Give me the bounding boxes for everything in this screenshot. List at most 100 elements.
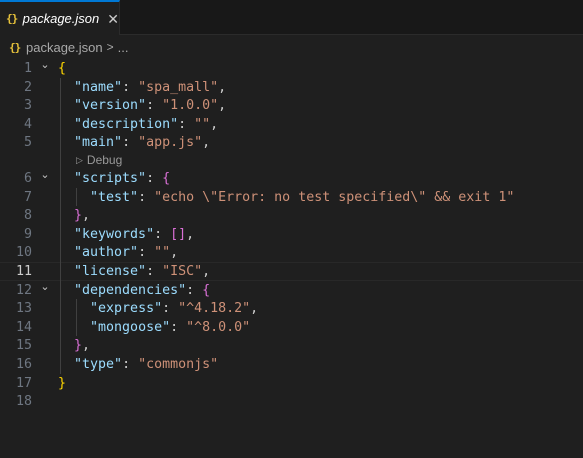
code-text: "author": "", — [58, 243, 178, 262]
code-token: "author" — [74, 245, 139, 261]
breadcrumb-item-more[interactable]: ... — [118, 40, 129, 55]
tab-bar: {} package.json ✕ — [0, 0, 583, 35]
code-token: "keywords" — [74, 226, 155, 242]
code-token: : — [186, 282, 203, 298]
line-number: 14 — [15, 319, 32, 335]
code-line[interactable]: 3 "version": "1.0.0", — [0, 96, 583, 115]
json-file-icon: {} — [6, 12, 18, 25]
line-number: 11 — [15, 264, 32, 279]
line-number: 13 — [15, 301, 32, 317]
tab-package-json[interactable]: {} package.json ✕ — [0, 0, 120, 35]
code-token: "express" — [90, 301, 163, 317]
code-token: , — [218, 79, 227, 95]
breadcrumb-item-file[interactable]: package.json — [26, 40, 103, 55]
code-line[interactable]: 16 "type": "commonjs" — [0, 355, 583, 374]
code-token: "^8.0.0" — [186, 319, 251, 335]
code-token: , — [202, 135, 211, 151]
code-text: "main": "app.js", — [58, 133, 210, 152]
code-line[interactable]: 13 "express": "^4.18.2", — [0, 299, 583, 318]
code-token: , — [186, 226, 195, 242]
code-text: "test": "echo \"Error: no test specified… — [58, 188, 514, 207]
code-token: : — [162, 301, 179, 317]
line-number: 9 — [23, 226, 32, 242]
chevron-down-icon[interactable]: ⌄ — [38, 277, 52, 296]
chevron-down-icon[interactable]: ⌄ — [38, 165, 52, 184]
code-text: } — [58, 374, 66, 393]
code-text: "name": "spa_mall", — [58, 78, 226, 97]
code-token: "license" — [74, 264, 147, 279]
code-token: , — [250, 301, 259, 317]
line-number: 16 — [15, 357, 32, 372]
code-token: "commonjs" — [138, 357, 219, 372]
code-token: "" — [194, 116, 211, 132]
close-icon[interactable]: ✕ — [107, 12, 119, 26]
code-token: } — [74, 338, 83, 354]
codelens-debug-label: Debug — [86, 153, 123, 167]
code-line[interactable]: 15 }, — [0, 336, 583, 355]
code-token: : — [146, 171, 163, 186]
code-line[interactable]: 9 "keywords": [], — [0, 225, 583, 244]
line-number: 4 — [23, 116, 32, 132]
code-token: } — [58, 375, 67, 391]
code-token: "spa_mall" — [138, 79, 219, 95]
indent-guide — [60, 77, 61, 374]
code-token: : — [146, 98, 163, 114]
code-token: [] — [170, 226, 187, 242]
code-token: "description" — [74, 116, 179, 132]
code-line[interactable]: 12 ⌄ "dependencies": { — [0, 280, 583, 300]
code-token: , — [82, 338, 91, 354]
code-line[interactable]: 4 "description": "", — [0, 115, 583, 134]
code-line[interactable]: 2 "name": "spa_mall", — [0, 78, 583, 97]
line-number: 6 — [23, 171, 32, 186]
indent-guide — [76, 187, 77, 207]
code-line[interactable]: 6 ⌄ "scripts": { — [0, 168, 583, 188]
breadcrumb: {} package.json > ... — [0, 36, 583, 58]
code-token: "^4.18.2" — [178, 301, 251, 317]
code-line[interactable]: 10 "author": "", — [0, 243, 583, 262]
code-token: : — [138, 189, 155, 205]
codelens-debug[interactable]: ▷ Debug — [76, 153, 122, 167]
code-line[interactable]: 18 — [0, 392, 583, 411]
code-token: "name" — [74, 79, 123, 95]
code-line[interactable]: 14 "mongoose": "^8.0.0" — [0, 318, 583, 337]
code-line[interactable]: 11 "license": "ISC", — [0, 262, 583, 281]
code-text: "license": "ISC", — [58, 263, 210, 280]
code-token: "ISC" — [162, 264, 203, 279]
code-text: "dependencies": { — [58, 281, 210, 300]
play-icon: ▷ — [76, 154, 83, 165]
code-text: "description": "", — [58, 115, 218, 134]
code-token: { — [202, 282, 211, 298]
code-token: "main" — [74, 135, 123, 151]
chevron-right-icon: > — [106, 40, 114, 54]
line-number: 15 — [15, 338, 32, 354]
line-number: 8 — [23, 208, 32, 224]
code-token: : — [170, 319, 187, 335]
code-line[interactable]: 7 "test": "echo \"Error: no test specifi… — [0, 188, 583, 207]
code-token: : — [122, 357, 139, 372]
code-token: : — [178, 116, 195, 132]
code-line[interactable]: 1 ⌄ { — [0, 58, 583, 78]
code-token: : — [122, 135, 139, 151]
code-line[interactable]: 8 }, — [0, 206, 583, 225]
code-token: { — [162, 171, 171, 186]
code-token: : — [154, 226, 171, 242]
code-token: : — [138, 245, 155, 261]
code-line[interactable]: 17} — [0, 374, 583, 393]
line-number: 7 — [23, 189, 32, 205]
code-text: }, — [58, 336, 90, 355]
code-token: , — [202, 264, 211, 279]
code-token: , — [82, 208, 91, 224]
code-token: "scripts" — [74, 171, 147, 186]
indent-guide — [76, 299, 77, 337]
code-editor[interactable]: ▷ Debug 1 ⌄{2 "name": "spa_mall", 3 "versi… — [0, 58, 583, 458]
line-number: 2 — [23, 79, 32, 95]
code-token: : — [122, 79, 139, 95]
json-file-icon: {} — [9, 40, 21, 54]
code-text: "version": "1.0.0", — [58, 96, 226, 115]
chevron-down-icon[interactable]: ⌄ — [38, 55, 52, 74]
code-text: }, — [58, 206, 90, 225]
code-line[interactable]: 5 "main": "app.js", — [0, 133, 583, 152]
